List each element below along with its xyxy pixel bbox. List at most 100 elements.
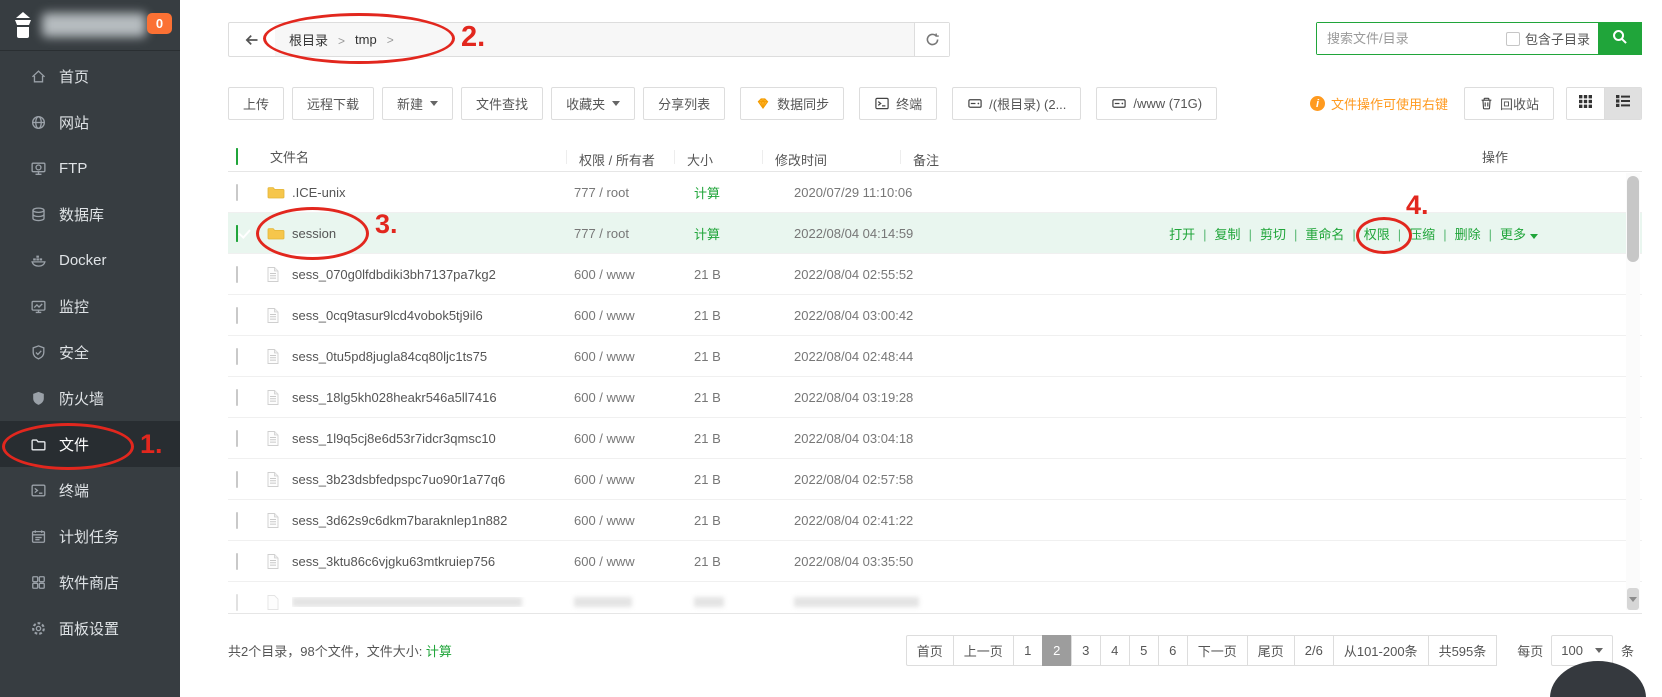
page-6[interactable]: 6 xyxy=(1157,635,1188,666)
row-checkbox[interactable] xyxy=(236,552,238,570)
search-input[interactable] xyxy=(1317,23,1506,54)
file-name[interactable]: sess_1l9q5cj8e6d53r7idcr3qmsc10 xyxy=(292,431,574,446)
terminal-button[interactable]: 终端 xyxy=(859,87,938,120)
action-rename[interactable]: 重命名 xyxy=(1286,224,1344,243)
header-size[interactable]: 大小 xyxy=(674,149,774,168)
search-box: 包含子目录 xyxy=(1316,22,1642,55)
table-row[interactable]: sess_3d62s9c6dkm7baraknlep1n882 600 / ww… xyxy=(228,500,1642,541)
file-name[interactable]: session xyxy=(292,226,574,241)
page-4[interactable]: 4 xyxy=(1099,635,1130,666)
action-open[interactable]: 打开 xyxy=(1169,224,1195,243)
remote-download-button[interactable]: 远程下载 xyxy=(292,87,375,120)
file-name[interactable]: sess_18lg5kh028heakr546a5ll7416 xyxy=(292,390,574,405)
table-row[interactable]: sess_0tu5pd8jugla84cq80ljc1ts75 600 / ww… xyxy=(228,336,1642,377)
row-checkbox[interactable] xyxy=(236,183,238,201)
message-count-badge[interactable]: 0 xyxy=(147,13,172,34)
file-perm: 777 / root xyxy=(574,184,629,200)
disk-root-button[interactable]: /(根目录) (2... xyxy=(952,87,1082,120)
size-calc-link[interactable]: 计算 xyxy=(694,183,794,202)
row-checkbox[interactable] xyxy=(236,306,238,324)
table-row[interactable]: sess_070g0lfdbdiki3bh7137pa7kg2 600 / ww… xyxy=(228,254,1642,295)
row-checkbox[interactable] xyxy=(236,388,238,406)
sidebar-item-ftp[interactable]: FTP xyxy=(0,145,180,191)
page-prev[interactable]: 上一页 xyxy=(952,635,1014,666)
sidebar-item-label: 监控 xyxy=(59,298,90,316)
header-filename[interactable]: 文件名 xyxy=(270,147,578,166)
grid-view-button[interactable] xyxy=(1567,88,1604,119)
recycle-bin-button[interactable]: 回收站 xyxy=(1463,87,1554,120)
select-all-checkbox[interactable] xyxy=(236,148,238,165)
row-checkbox-checked[interactable] xyxy=(236,224,238,242)
sidebar-item-files[interactable]: 文件 xyxy=(0,421,180,467)
sidebar-item-terminal[interactable]: 终端 xyxy=(0,467,180,513)
share-list-button[interactable]: 分享列表 xyxy=(643,87,726,120)
page-3[interactable]: 3 xyxy=(1070,635,1101,666)
file-name[interactable]: sess_3b23dsbfedpspc7uo90r1a77q6 xyxy=(292,472,574,487)
table-row-selected[interactable]: session 777 / root 计算 2022/08/04 04:14:5… xyxy=(228,213,1642,254)
upload-button[interactable]: 上传 xyxy=(228,87,285,120)
include-subdir-option[interactable]: 包含子目录 xyxy=(1505,29,1590,48)
table-row[interactable]: sess_0cq9tasur9lcd4vobok5tj9il6 600 / ww… xyxy=(228,295,1642,336)
back-arrow-button[interactable] xyxy=(229,23,275,56)
sidebar-item-docker[interactable]: Docker xyxy=(0,237,180,283)
sidebar-item-cron[interactable]: 计划任务 xyxy=(0,513,180,559)
file-name[interactable]: sess_3d62s9c6dkm7baraknlep1n882 xyxy=(292,513,574,528)
page-2-current[interactable]: 2 xyxy=(1041,635,1072,666)
breadcrumb-root[interactable]: 根目录 xyxy=(289,30,355,49)
table-row[interactable]: sess_3b23dsbfedpspc7uo90r1a77q6 600 / ww… xyxy=(228,459,1642,500)
action-compress[interactable]: 压缩 xyxy=(1390,224,1435,243)
file-mtime: 2022/08/04 02:48:44 xyxy=(794,348,914,364)
favorites-dropdown-button[interactable]: 收藏夹 xyxy=(551,87,636,120)
action-delete[interactable]: 删除 xyxy=(1435,224,1481,243)
sidebar-item-security[interactable]: 安全 xyxy=(0,329,180,375)
sidebar-item-website[interactable]: 网站 xyxy=(0,99,180,145)
new-dropdown-button[interactable]: 新建 xyxy=(382,87,454,120)
page-last[interactable]: 尾页 xyxy=(1246,635,1295,666)
refresh-button[interactable] xyxy=(914,23,949,56)
table-row[interactable]: sess_1l9q5cj8e6d53r7idcr3qmsc10 600 / ww… xyxy=(228,418,1642,459)
file-name[interactable]: .ICE-unix xyxy=(292,185,574,200)
file-name[interactable]: sess_0tu5pd8jugla84cq80ljc1ts75 xyxy=(292,349,574,364)
row-checkbox[interactable] xyxy=(236,511,238,529)
size-calc-link[interactable]: 计算 xyxy=(694,224,794,243)
page-first[interactable]: 首页 xyxy=(905,635,954,666)
page-5[interactable]: 5 xyxy=(1128,635,1159,666)
row-checkbox[interactable] xyxy=(236,347,238,365)
header-mtime[interactable]: 修改时间 xyxy=(762,149,912,168)
row-checkbox[interactable] xyxy=(236,429,238,447)
action-permission[interactable]: 权限 xyxy=(1344,224,1390,243)
table-row[interactable]: sess_3ktu86c6vjgku63mtkruiep756 600 / ww… xyxy=(228,541,1642,582)
action-copy[interactable]: 复制 xyxy=(1195,224,1241,243)
table-row[interactable]: .ICE-unix 777 / root 计算 2020/07/29 11:10… xyxy=(228,172,1642,213)
include-subdir-checkbox[interactable] xyxy=(1505,31,1520,46)
sidebar-item-home[interactable]: 首页 xyxy=(0,53,180,99)
size-calc-link[interactable]: 计算 xyxy=(426,644,452,659)
sidebar-item-monitor[interactable]: 监控 xyxy=(0,283,180,329)
scrollbar-thumb[interactable] xyxy=(1627,176,1639,262)
sidebar-item-appstore[interactable]: 软件商店 xyxy=(0,559,180,605)
action-cut[interactable]: 剪切 xyxy=(1241,224,1286,243)
scrollbar-down-button[interactable] xyxy=(1627,588,1639,610)
file-name[interactable]: sess_0cq9tasur9lcd4vobok5tj9il6 xyxy=(292,308,574,323)
sidebar-item-firewall[interactable]: 防火墙 xyxy=(0,375,180,421)
action-more-dropdown[interactable]: 更多 xyxy=(1481,224,1538,243)
breadcrumb-tmp[interactable]: tmp xyxy=(355,32,404,47)
sidebar-item-settings[interactable]: 面板设置 xyxy=(0,605,180,651)
row-checkbox[interactable] xyxy=(236,470,238,488)
file-name[interactable]: sess_070g0lfdbdiki3bh7137pa7kg2 xyxy=(292,267,574,282)
table-row[interactable]: sess_18lg5kh028heakr546a5ll7416 600 / ww… xyxy=(228,377,1642,418)
row-checkbox[interactable] xyxy=(236,265,238,283)
page-next[interactable]: 下一页 xyxy=(1186,635,1248,666)
page-1[interactable]: 1 xyxy=(1012,635,1043,666)
header-permission[interactable]: 权限 / 所有者 xyxy=(566,149,686,168)
list-view-button[interactable] xyxy=(1604,88,1641,119)
grid-squares-icon xyxy=(30,574,47,591)
file-find-button[interactable]: 文件查找 xyxy=(461,87,544,120)
file-name[interactable]: sess_3ktu86c6vjgku63mtkruiep756 xyxy=(292,554,574,569)
search-button[interactable] xyxy=(1598,22,1642,55)
data-sync-button[interactable]: 数据同步 xyxy=(740,87,845,120)
file-perm: 600 / www xyxy=(574,266,635,282)
sidebar-item-database[interactable]: 数据库 xyxy=(0,191,180,237)
per-page-control: 每页 100 条 xyxy=(1509,635,1642,666)
disk-www-button[interactable]: /www (71G) xyxy=(1096,87,1218,120)
